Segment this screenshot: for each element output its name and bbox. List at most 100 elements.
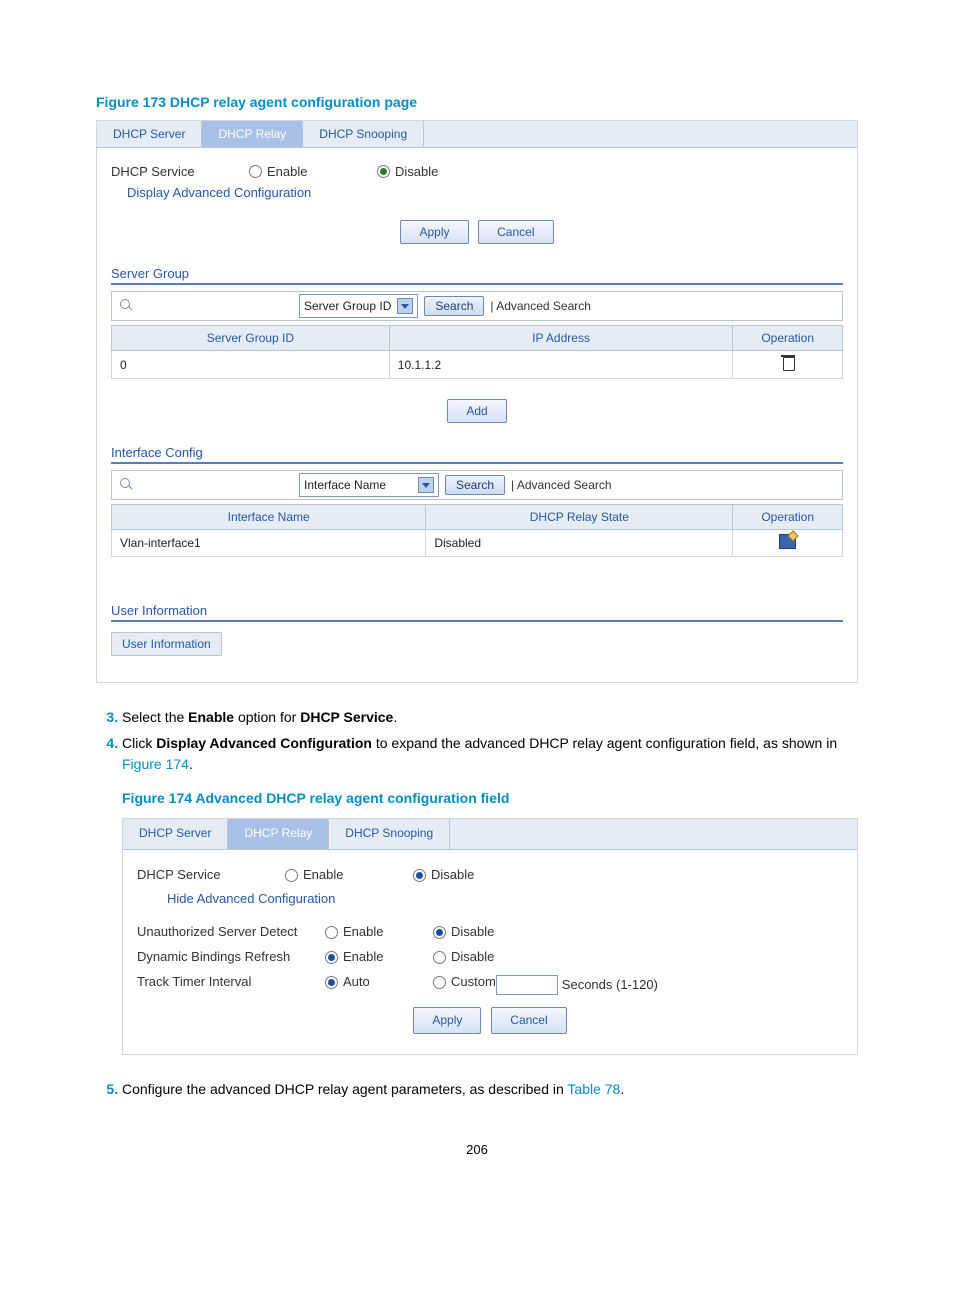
dynbind-disable-radio[interactable]: Disable — [433, 948, 494, 967]
col-server-group-id: Server Group ID — [112, 326, 390, 351]
fig173-panel: DHCP Server DHCP Relay DHCP Snooping DHC… — [96, 120, 858, 683]
disable-text: Disable — [451, 923, 494, 942]
table-row: 0 10.1.1.2 — [112, 351, 843, 379]
enable-text: Enable — [303, 866, 343, 885]
auto-text: Auto — [343, 973, 370, 992]
col-ip-address: IP Address — [389, 326, 733, 351]
step-5: Configure the advanced DHCP relay agent … — [122, 1079, 858, 1099]
figure-173-caption: Figure 173 DHCP relay agent configuratio… — [96, 94, 858, 110]
interface-searchbar: Interface Name Search | Advanced Search — [111, 470, 843, 500]
cell-relay-state: Disabled — [426, 530, 733, 557]
text-bold: Display Advanced Configuration — [156, 735, 372, 751]
text: Select the — [122, 709, 188, 725]
track-custom-radio[interactable]: Custom — [433, 973, 496, 992]
disable-text: Disable — [451, 948, 494, 967]
search-icon — [120, 299, 134, 313]
text: Click — [122, 735, 156, 751]
seconds-text: Seconds (1-120) — [562, 977, 658, 992]
dhcp-service-enable-radio[interactable]: Enable — [249, 164, 359, 179]
track-label: Track Timer Interval — [137, 973, 307, 992]
unauth-enable-radio[interactable]: Enable — [325, 923, 415, 942]
server-group-title: Server Group — [111, 266, 843, 281]
tab-dhcp-server[interactable]: DHCP Server — [97, 121, 202, 147]
cancel-button[interactable]: Cancel — [491, 1007, 566, 1034]
dynbind-label: Dynamic Bindings Refresh — [137, 948, 307, 967]
server-group-id-dropdown[interactable]: Server Group ID — [299, 294, 418, 318]
figure-174-caption: Figure 174 Advanced DHCP relay agent con… — [122, 788, 858, 808]
interface-search-input[interactable] — [140, 475, 299, 495]
text-bold: DHCP Service — [300, 709, 393, 725]
text: . — [393, 709, 397, 725]
server-group-advanced-search[interactable]: | Advanced Search — [490, 299, 591, 313]
chevron-down-icon — [418, 477, 434, 493]
table-row: Vlan-interface1 Disabled — [112, 530, 843, 557]
fig174-panel: DHCP Server DHCP Relay DHCP Snooping DHC… — [122, 818, 858, 1055]
edit-icon[interactable] — [779, 534, 796, 549]
dhcp-service-disable-radio[interactable]: Disable — [377, 164, 438, 179]
tab-dhcp-relay[interactable]: DHCP Relay — [202, 121, 303, 147]
interface-table: Interface Name DHCP Relay State Operatio… — [111, 504, 843, 557]
interface-search-button[interactable]: Search — [445, 475, 505, 495]
cancel-button[interactable]: Cancel — [478, 220, 553, 244]
display-advanced-link[interactable]: Display Advanced Configuration — [127, 185, 311, 200]
tab-dhcp-relay[interactable]: DHCP Relay — [228, 819, 329, 848]
disable-text: Disable — [395, 164, 438, 179]
tab-dhcp-snooping[interactable]: DHCP Snooping — [329, 819, 450, 848]
server-group-search-button[interactable]: Search — [424, 296, 484, 316]
enable-text: Enable — [343, 923, 383, 942]
text: . — [620, 1081, 624, 1097]
track-custom-input[interactable] — [496, 975, 558, 995]
page-number: 206 — [96, 1142, 858, 1157]
steps-list: Select the Enable option for DHCP Servic… — [96, 707, 858, 1100]
unauth-disable-radio[interactable]: Disable — [433, 923, 494, 942]
text: . — [189, 756, 193, 772]
figure-174-link[interactable]: Figure 174 — [122, 756, 189, 772]
server-group-searchbar: Server Group ID Search | Advanced Search — [111, 291, 843, 321]
server-group-table: Server Group ID IP Address Operation 0 1… — [111, 325, 843, 379]
dhcp-service-label: DHCP Service — [137, 866, 267, 885]
fig173-tabs: DHCP Server DHCP Relay DHCP Snooping — [97, 121, 857, 148]
track-auto-radio[interactable]: Auto — [325, 973, 415, 992]
step-4: Click Display Advanced Configuration to … — [122, 733, 858, 1055]
dynbind-enable-radio[interactable]: Enable — [325, 948, 415, 967]
apply-button[interactable]: Apply — [413, 1007, 481, 1034]
unauth-label: Unauthorized Server Detect — [137, 923, 307, 942]
interface-config-title: Interface Config — [111, 445, 843, 460]
col-relay-state: DHCP Relay State — [426, 505, 733, 530]
enable-text: Enable — [267, 164, 307, 179]
cell-ip-address: 10.1.1.2 — [389, 351, 733, 379]
col-operation: Operation — [733, 326, 843, 351]
custom-text: Custom — [451, 973, 496, 992]
dhcp-service-disable-radio[interactable]: Disable — [413, 866, 474, 885]
fig174-tabs: DHCP Server DHCP Relay DHCP Snooping — [123, 819, 857, 849]
dhcp-service-label: DHCP Service — [111, 164, 231, 179]
user-information-title: User Information — [111, 603, 843, 618]
col-interface-name: Interface Name — [112, 505, 426, 530]
tab-dhcp-server[interactable]: DHCP Server — [123, 819, 228, 848]
dropdown-label: Server Group ID — [304, 299, 391, 313]
add-button[interactable]: Add — [447, 399, 506, 423]
interface-name-dropdown[interactable]: Interface Name — [299, 473, 439, 497]
dropdown-label: Interface Name — [304, 478, 386, 492]
cell-server-group-id: 0 — [112, 351, 390, 379]
cell-interface-name: Vlan-interface1 — [112, 530, 426, 557]
hide-advanced-link[interactable]: Hide Advanced Configuration — [167, 890, 335, 909]
step-3: Select the Enable option for DHCP Servic… — [122, 707, 858, 727]
text: Configure the advanced DHCP relay agent … — [122, 1081, 567, 1097]
interface-advanced-search[interactable]: | Advanced Search — [511, 478, 612, 492]
server-group-search-input[interactable] — [140, 296, 299, 316]
text-bold: Enable — [188, 709, 234, 725]
disable-text: Disable — [431, 866, 474, 885]
user-information-button[interactable]: User Information — [111, 632, 222, 656]
apply-button[interactable]: Apply — [400, 220, 468, 244]
delete-icon[interactable] — [781, 355, 795, 371]
table-78-link[interactable]: Table 78 — [567, 1081, 620, 1097]
enable-text: Enable — [343, 948, 383, 967]
text: option for — [234, 709, 300, 725]
chevron-down-icon — [397, 298, 413, 314]
tab-dhcp-snooping[interactable]: DHCP Snooping — [303, 121, 424, 147]
text: to expand the advanced DHCP relay agent … — [372, 735, 837, 751]
search-icon — [120, 478, 134, 492]
col-operation: Operation — [733, 505, 843, 530]
dhcp-service-enable-radio[interactable]: Enable — [285, 866, 395, 885]
